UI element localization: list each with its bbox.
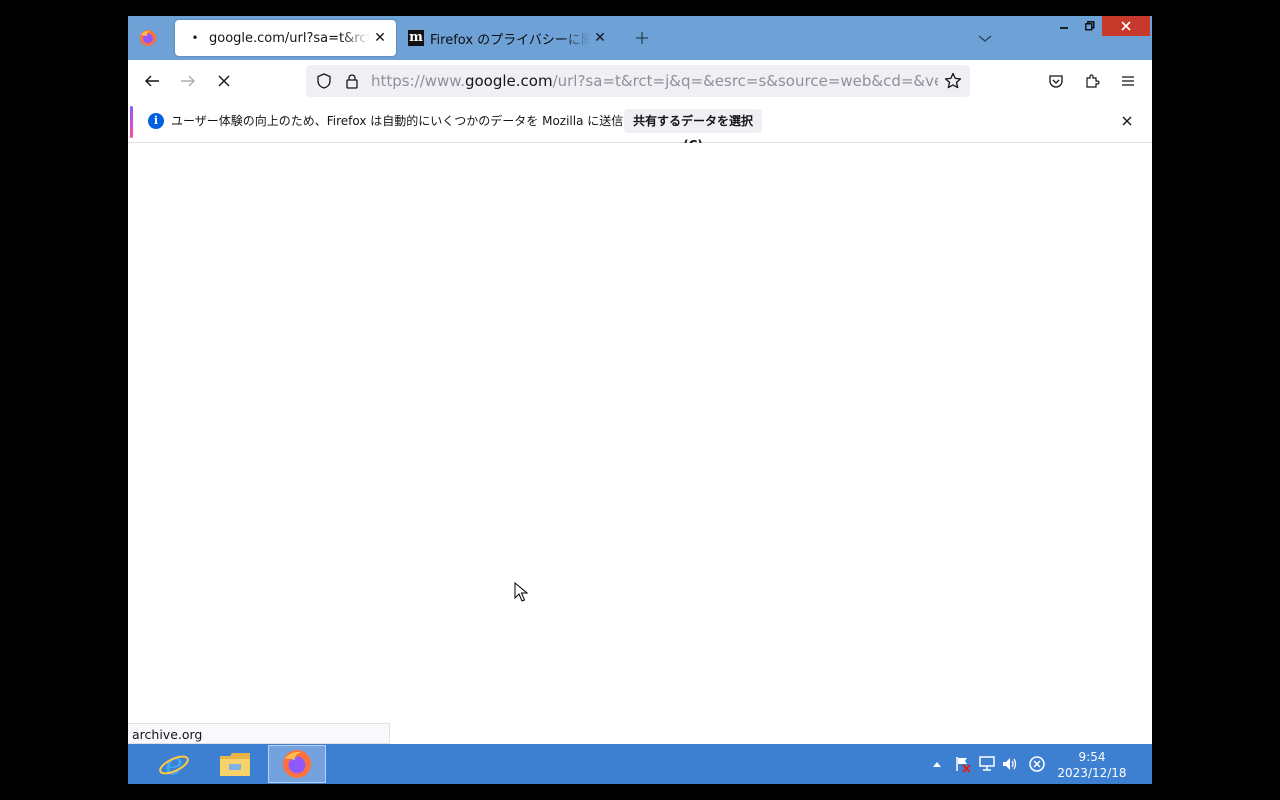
info-icon: i [148, 113, 164, 129]
url-bar[interactable]: https://www.google.com/url?sa=t&rct=j&q=… [306, 65, 970, 97]
desktop-screen: • google.com/url?sa=t&rct=j& ✕ m Firefox… [128, 16, 1152, 784]
status-panel: archive.org [128, 723, 390, 744]
hamburger-menu-icon[interactable] [1114, 69, 1142, 93]
notification-message: ユーザー体験の向上のため、Firefox は自動的にいくつかのデータを Mozi… [171, 114, 671, 128]
taskbar-clock[interactable]: 9:54 2023/12/18 [1044, 749, 1140, 781]
page-content[interactable] [128, 143, 1152, 744]
close-window-icon[interactable] [1102, 16, 1150, 36]
svg-text:e: e [165, 748, 183, 780]
url-domain: google.com [464, 72, 553, 90]
tab-strip: • google.com/url?sa=t&rct=j& ✕ m Firefox… [128, 16, 1152, 60]
taskbar: e 9:54 2023/12/18 [128, 744, 1152, 784]
internet-explorer-icon[interactable]: e [145, 745, 203, 783]
tab-close-icon[interactable]: ✕ [590, 28, 610, 48]
back-arrow-icon[interactable] [138, 69, 166, 93]
clock-time: 9:54 [1078, 750, 1106, 764]
volume-icon[interactable] [1000, 754, 1020, 774]
action-center-flag-icon[interactable] [953, 754, 973, 774]
url-path: /url?sa=t&rct=j&q=&esrc=s&source=web&cd=… [552, 72, 938, 90]
tab-close-icon[interactable]: ✕ [370, 28, 390, 48]
tab-loading-indicator: • [191, 31, 199, 45]
mozilla-favicon-icon: m [408, 30, 424, 46]
bookmark-star-icon[interactable] [944, 72, 962, 94]
show-hidden-icons-chevron-icon[interactable] [930, 754, 944, 774]
tab-title: google.com/url?sa=t&rct=j& [209, 30, 370, 46]
file-explorer-icon[interactable] [206, 745, 264, 783]
url-prefix: https://www. [371, 72, 465, 90]
firefox-menu-icon[interactable] [138, 28, 158, 48]
network-icon[interactable] [977, 754, 997, 774]
firefox-taskbar-icon[interactable] [268, 745, 326, 783]
data-reporting-notification: i ユーザー体験の向上のため、Firefox は自動的にいくつかのデータを Mo… [128, 102, 1152, 152]
navigation-toolbar: https://www.google.com/url?sa=t&rct=j&q=… [128, 60, 1152, 102]
tracking-protection-shield-icon[interactable] [316, 73, 332, 93]
notification-accent-bar [130, 106, 133, 138]
tab-title: Firefox のプライバシーに関する通知 [430, 32, 590, 48]
restore-window-icon[interactable] [1080, 16, 1100, 36]
choose-data-button[interactable]: 共有するデータを選択(C) [624, 109, 762, 152]
url-text[interactable]: https://www.google.com/url?sa=t&rct=j&q=… [371, 65, 938, 97]
forward-arrow-icon [174, 69, 202, 93]
list-all-tabs-chevron-icon[interactable] [975, 28, 995, 48]
stop-loading-icon[interactable] [210, 69, 238, 93]
close-notification-icon[interactable] [1118, 112, 1136, 130]
lock-icon[interactable] [344, 73, 360, 93]
extensions-puzzle-icon[interactable] [1078, 69, 1106, 93]
mouse-cursor-icon [514, 581, 529, 606]
clock-date: 2023/12/18 [1057, 766, 1127, 780]
minimize-window-icon[interactable] [1054, 16, 1074, 36]
tab-google-url[interactable]: • google.com/url?sa=t&rct=j& ✕ [175, 20, 396, 56]
new-tab-plus-icon[interactable] [632, 28, 652, 48]
pocket-icon[interactable] [1042, 69, 1070, 93]
tab-firefox-privacy[interactable]: m Firefox のプライバシーに関する通知 ✕ [404, 20, 616, 56]
